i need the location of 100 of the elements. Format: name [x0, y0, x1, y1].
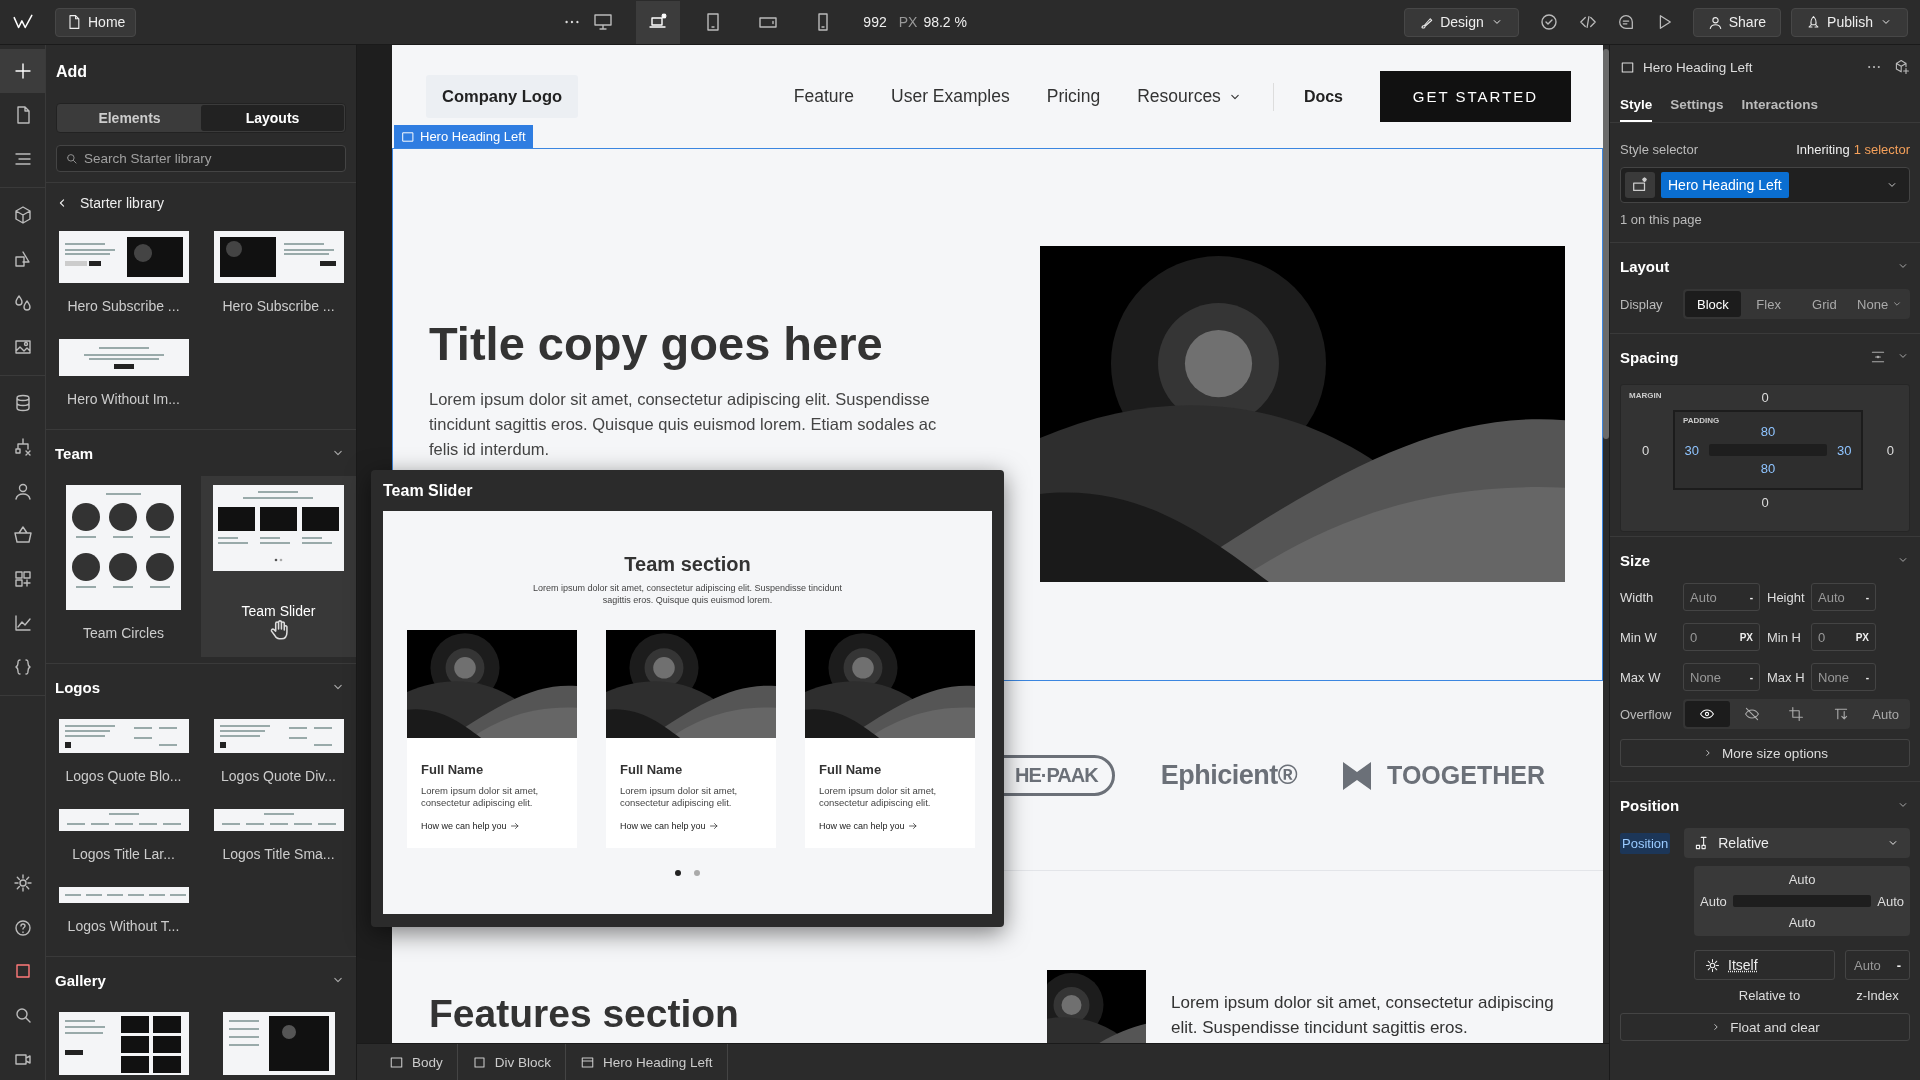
card-text: Lorem ipsum dolor sit amet, consectetur adipiscing elit. [620, 785, 739, 809]
overflow-option[interactable]: Auto [1863, 701, 1908, 727]
selector-field[interactable]: Hero Heading Left [1620, 167, 1910, 203]
offset-value[interactable]: Auto [1877, 893, 1904, 909]
card-text: Lorem ipsum dolor sit amet, consectetur adipiscing elit. [421, 785, 540, 809]
scrollbar[interactable] [1603, 49, 1609, 439]
size-field[interactable]: 0 PX [1811, 623, 1876, 651]
panel-tab[interactable]: Layouts [201, 105, 344, 131]
frame-icon [389, 1055, 404, 1070]
size-field[interactable]: Auto - [1683, 583, 1760, 611]
field-label: Min W [1620, 629, 1658, 645]
padding-value[interactable]: 80 [1760, 457, 1776, 480]
selector-count-link[interactable]: 1 selector [1853, 141, 1910, 157]
selection-label[interactable]: Hero Heading Left [394, 125, 533, 148]
check-icon[interactable] [1538, 12, 1559, 32]
search-field[interactable]: Search Starter library [56, 145, 346, 172]
padding-value[interactable]: 80 [1760, 420, 1776, 443]
nav-link[interactable]: Resources [1137, 86, 1243, 107]
padding-value[interactable]: 30 [1837, 442, 1852, 458]
display-option[interactable]: None [1852, 291, 1908, 317]
layout-item[interactable]: Logos Title Lar... [46, 800, 201, 878]
field-label: Overflow [1620, 706, 1673, 722]
panel-tab[interactable]: Settings [1670, 89, 1724, 122]
get-started-button[interactable]: GET STARTED [1380, 71, 1571, 122]
panel-tab[interactable]: Style [1620, 89, 1653, 122]
layout-item[interactable]: Team Slider [201, 476, 356, 657]
breadcrumb-item[interactable]: Body [385, 1044, 458, 1080]
page-button[interactable]: Home [55, 7, 137, 37]
card-link[interactable]: How we can help you [620, 821, 719, 831]
margin-value[interactable]: 0 [1761, 490, 1769, 515]
feature-text: Lorem ipsum dolor sit amet, consectetur adipiscing elit. Suspendisse tincidunt sagittis eros. [1171, 992, 1555, 1039]
person-icon [1707, 14, 1723, 30]
publish-button[interactable]: Publish [1791, 7, 1908, 37]
section-title[interactable]: Logos [55, 678, 100, 696]
hero-heading: Title copy goes here [429, 316, 884, 372]
display-option[interactable]: Flex [1740, 291, 1797, 317]
display-option[interactable]: Grid [1796, 291, 1853, 317]
section-title[interactable]: Spacing [1620, 348, 1679, 366]
card-text: Lorem ipsum dolor sit amet, consectetur adipiscing elit. [819, 785, 938, 809]
spacing-icon[interactable] [1870, 349, 1886, 365]
section-heading: Features section [429, 992, 740, 1037]
section-title[interactable]: Gallery [55, 971, 106, 989]
card-name: Full Name [620, 762, 684, 777]
nav-link[interactable]: User Examples [891, 86, 1010, 107]
slider-dot[interactable] [675, 870, 681, 876]
offset-value[interactable]: Auto [1788, 872, 1816, 887]
layout-item[interactable]: Hero Without Im... [46, 330, 201, 423]
nav-link[interactable]: Docs [1303, 87, 1343, 106]
breadcrumb-item[interactable]: Hero Heading Left [576, 1044, 728, 1080]
panel-tab[interactable]: Elements [58, 105, 201, 131]
more-options-button[interactable]: More size options [1620, 739, 1910, 767]
margin-value[interactable]: 0 [1761, 385, 1769, 410]
position-select[interactable]: Relative [1684, 828, 1910, 858]
breakpoint-button[interactable] [636, 0, 681, 44]
section-title[interactable]: Layout [1620, 257, 1670, 275]
section-title[interactable]: Size [1620, 551, 1650, 569]
slider-dot[interactable] [694, 870, 700, 876]
layout-item[interactable]: Team Circles [46, 476, 201, 657]
size-field[interactable]: Auto - [1811, 583, 1876, 611]
layout-item[interactable]: Logos Title Sma... [201, 800, 356, 878]
padding-value[interactable]: 30 [1684, 442, 1699, 458]
nav-link[interactable]: Feature [793, 86, 855, 107]
offset-value[interactable]: Auto [1700, 893, 1727, 909]
layout-item[interactable]: Logos Quote Blo... [46, 710, 201, 800]
layout-item[interactable]: Logos Quote Div... [201, 710, 356, 800]
field-label: z-Index [1855, 988, 1900, 1003]
z-index-field[interactable]: Auto - [1845, 950, 1910, 980]
comment-icon[interactable] [1616, 13, 1635, 31]
plus-icon [12, 61, 33, 81]
layout-item[interactable]: Hero Subscribe ... [201, 222, 356, 330]
cube-plus-icon[interactable] [1894, 59, 1910, 75]
section-title[interactable]: Team [55, 444, 94, 462]
overflow-option[interactable] [1685, 701, 1730, 727]
person-icon [12, 481, 33, 501]
company-logo[interactable]: Company Logo [426, 75, 579, 118]
panel-tab[interactable]: Interactions [1741, 89, 1819, 122]
float-and-clear-button[interactable]: Float and clear [1620, 1013, 1910, 1041]
size-field[interactable]: 0 PX [1683, 623, 1760, 651]
section-title[interactable]: Position [1620, 796, 1680, 814]
width-value[interactable]: 992 [863, 14, 887, 30]
back-link[interactable]: Starter library [46, 182, 356, 222]
size-field[interactable]: None - [1683, 663, 1760, 691]
card-link[interactable]: How we can help you [421, 821, 520, 831]
share-button[interactable]: Share [1692, 7, 1782, 37]
code-icon[interactable] [1578, 13, 1597, 31]
relative-to-button[interactable]: Itself [1694, 950, 1835, 980]
margin-value[interactable]: 0 [1642, 442, 1650, 458]
inheriting-text: Inheriting [1796, 141, 1850, 157]
layout-item[interactable]: Logos Without T... [46, 878, 201, 950]
rail-button[interactable] [0, 49, 45, 93]
card-link[interactable]: How we can help you [819, 821, 918, 831]
design-button[interactable]: Design [1404, 7, 1519, 37]
class-tag[interactable]: Hero Heading Left [1661, 172, 1789, 198]
offset-value[interactable]: Auto [1788, 915, 1816, 930]
margin-value[interactable]: 0 [1886, 442, 1894, 458]
layout-item[interactable]: Hero Subscribe ... [46, 222, 201, 330]
breadcrumb-item[interactable]: Div Block [467, 1044, 567, 1080]
display-option[interactable]: Block [1685, 291, 1741, 317]
size-field[interactable]: None - [1811, 663, 1876, 691]
nav-link[interactable]: Pricing [1046, 86, 1101, 107]
